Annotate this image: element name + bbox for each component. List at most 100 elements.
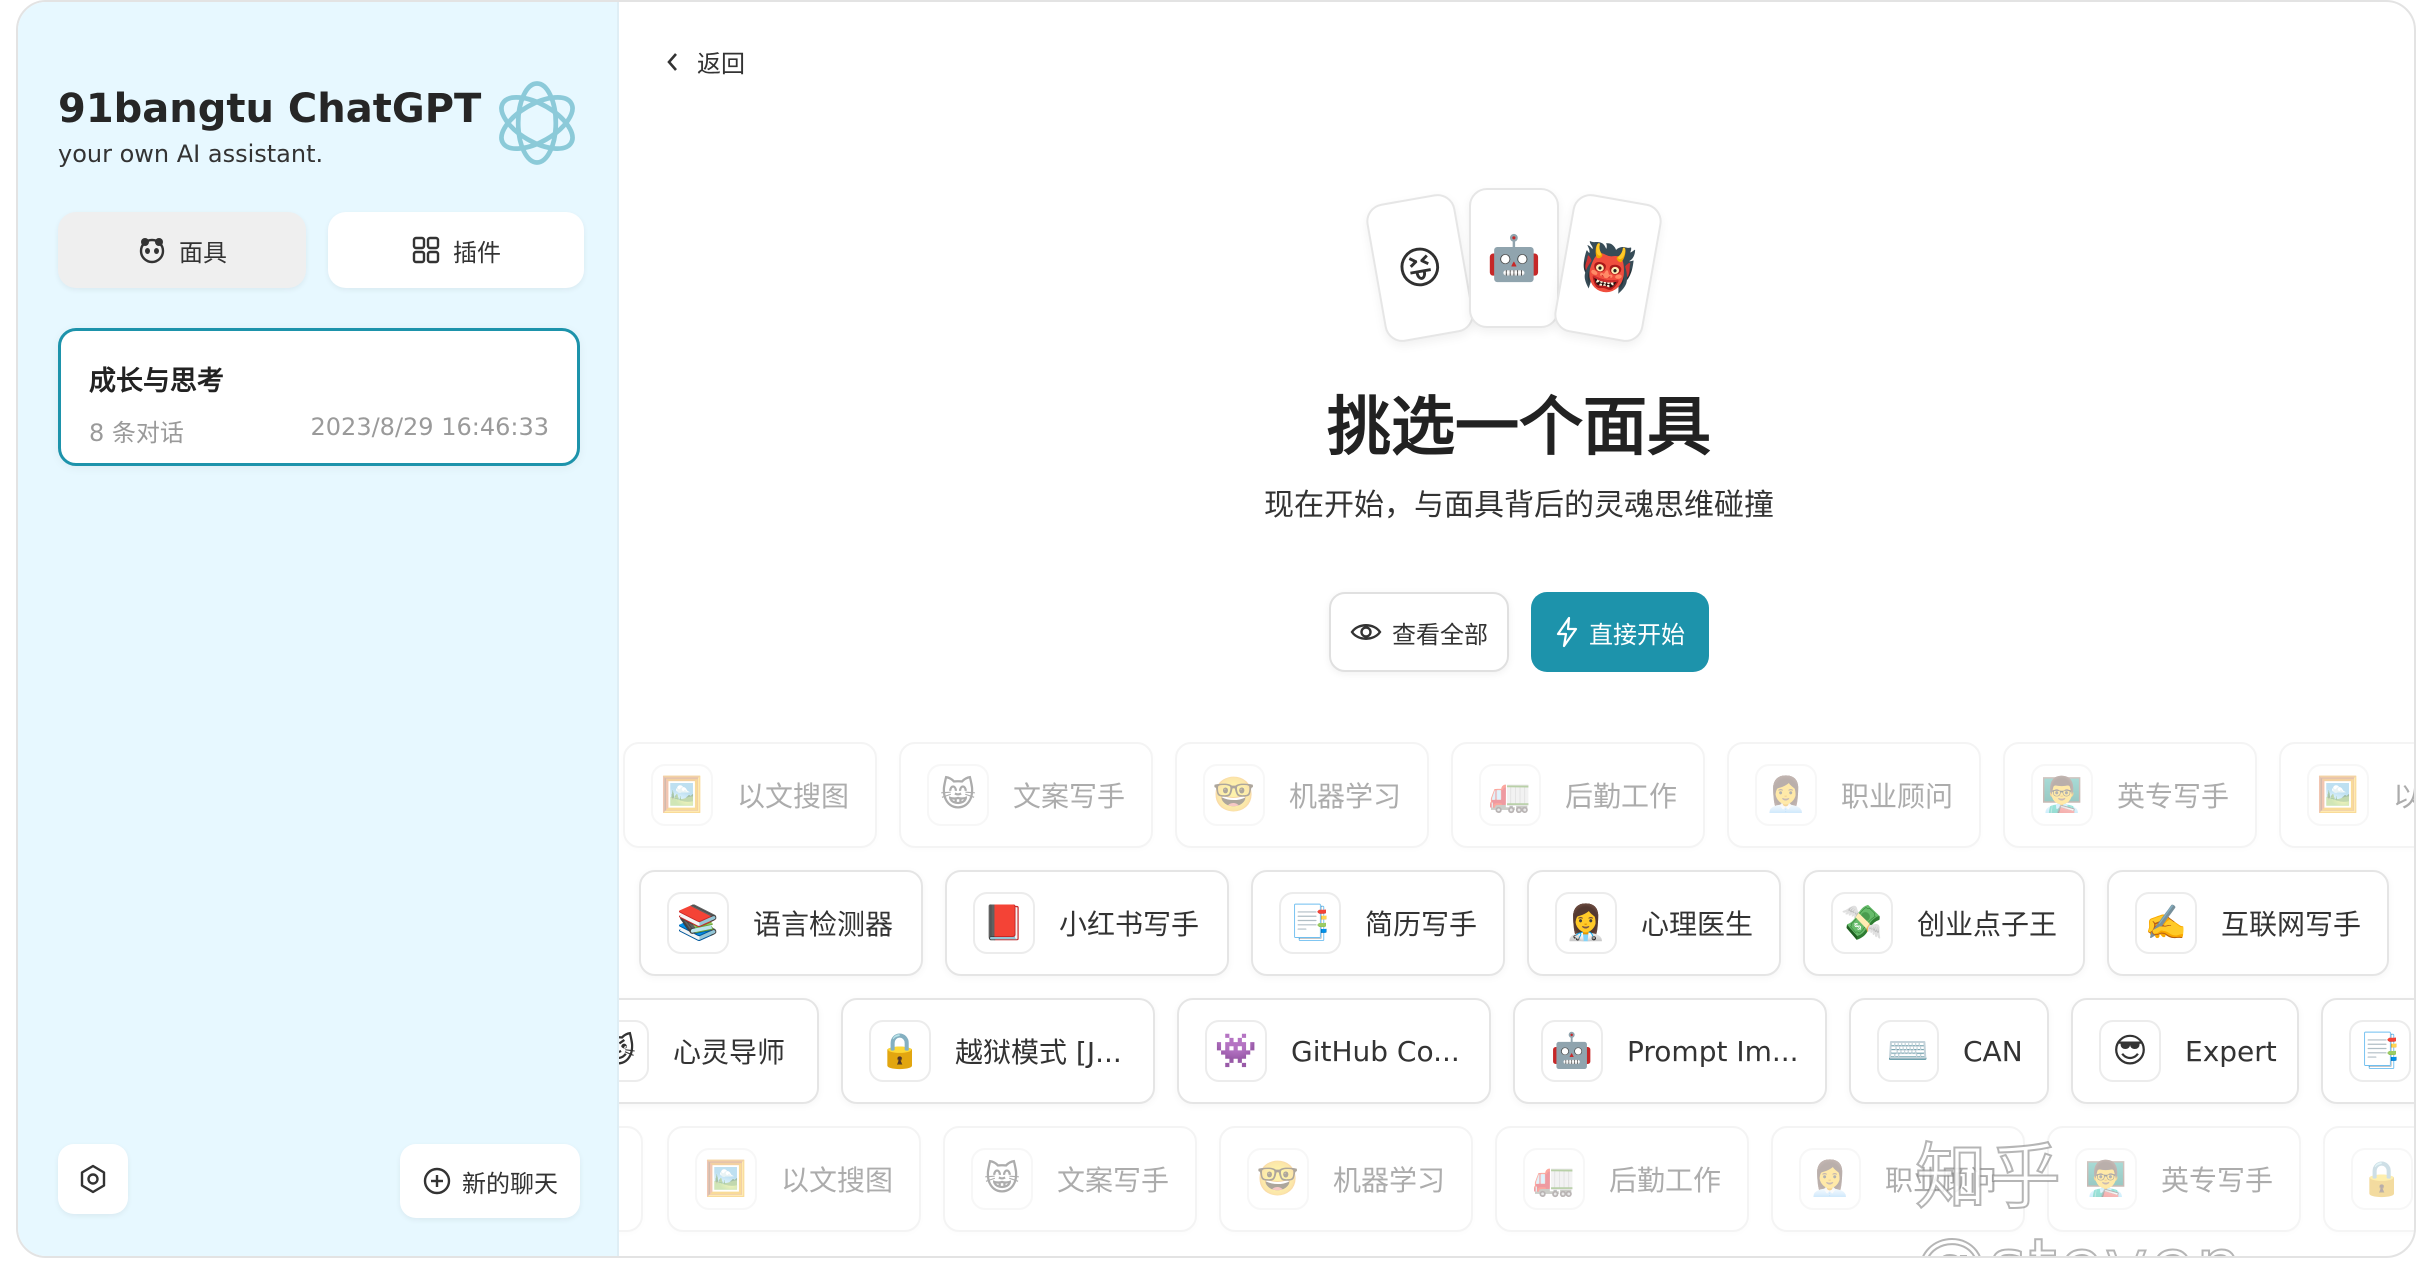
mask-emoji-icon: ⌨️ [1877,1020,1939,1082]
mask-chip[interactable]: 😼 心灵导师 [619,998,819,1104]
eye-icon [1350,624,1382,640]
mask-emoji-icon: 📕 [973,892,1035,954]
mask-emoji-icon: 🚛 [1523,1148,1585,1210]
mask-chip[interactable]: 📑 [2321,998,2414,1104]
settings-button[interactable] [58,1144,128,1214]
mask-emoji-icon: 📑 [2349,1020,2411,1082]
mask-name: 后勤工作 [1609,1164,1722,1197]
mask-name: 机器学习 [1333,1164,1446,1197]
mask-chip[interactable]: 🚛 后勤工作 [1451,742,1705,848]
lightning-icon [1556,616,1578,648]
back-button[interactable]: 返回 [665,44,745,79]
back-label: 返回 [697,50,745,78]
chat-item-time: 2023/8/29 16:46:33 [310,413,549,441]
chat-item-title: 成长与思考 [89,366,224,397]
mask-name: GitHub Co... [1291,1034,1460,1068]
mask-emoji-icon: 📑 [1279,892,1341,954]
mask-picker: 返回 😝 🤖 👹 挑选一个面具 现在开始，与面具背后的灵魂思维碰撞 查看全部 直… [619,2,2414,1256]
mask-emoji-icon: 🚛 [1479,764,1541,826]
mask-name: 后勤工作 [1565,780,1678,813]
grid-icon [412,236,440,264]
mask-name: 以 [2393,775,2414,815]
mask-chip[interactable]: 📕 小红书写手 [945,870,1229,976]
mask-emoji-icon: 💸 [1831,892,1893,954]
mask-chip[interactable]: 👩‍💼 职业顾问 [1727,742,1981,848]
mask-name: 文案写手 [1013,780,1126,813]
mask-emoji-icon: ✍️ [2135,892,2197,954]
mask-chip[interactable]: 📑 简历写手 [1251,870,1505,976]
mask-chip[interactable]: ✍️ 互联网写手 [2107,870,2389,976]
start-label: 直接开始 [1589,620,1685,649]
mask-name: 简历写手 [1365,908,1478,941]
start-button[interactable]: 直接开始 [1531,592,1709,672]
mask-chip[interactable]: 😸 文案写手 [943,1126,1197,1232]
settings-icon [80,1164,106,1194]
mask-emoji-icon: 👩‍💼 [1799,1148,1861,1210]
add-circle-icon [423,1167,451,1195]
mask-emoji-icon: 🖼️ [695,1148,757,1210]
mask-name: Expert [2185,1034,2277,1068]
mask-chip[interactable]: 😸 文案写手 [899,742,1153,848]
mask-chip[interactable] [619,1126,643,1232]
page-subtitle: 现在开始，与面具背后的灵魂思维碰撞 [1264,488,1774,523]
mask-emoji-icon: 🤓 [1203,764,1265,826]
emoji-card: 🤖 [1469,188,1559,328]
mask-emoji-icon: 😼 [619,1020,649,1082]
mask-chip[interactable]: 🤓 机器学习 [1175,742,1429,848]
mask-emoji-icon: 👩‍💼 [1755,764,1817,826]
mask-chip[interactable]: 👾 GitHub Co... [1177,998,1491,1104]
mask-emoji-icon: 🔒 [869,1020,931,1082]
mask-name: 职业顾问 [1841,780,1954,813]
chat-item-count: 8 条对话 [89,419,184,447]
mask-emoji-icon: 👾 [1205,1020,1267,1082]
mask-chip[interactable]: ⌨️ CAN [1849,998,2049,1104]
chevron-left-icon [667,52,677,71]
plugins-button-label: 插件 [453,238,501,267]
mask-chip[interactable]: 👨‍🏫 英专写手 [2003,742,2257,848]
mask-chip[interactable]: 🔒 越狱模式 [J... [841,998,1155,1104]
plugins-button[interactable]: 插件 [328,212,584,288]
view-all-button[interactable]: 查看全部 [1329,592,1509,672]
masks-button-label: 面具 [179,238,227,267]
mask-chip[interactable]: 🖼️ 以文搜图 [623,742,877,848]
mask-name: 创业点子王 [1917,908,2058,941]
mask-name: 互联网写手 [2221,908,2362,941]
mask-name: 以文搜图 [737,780,850,813]
mask-name: 越狱模式 [J... [955,1036,1122,1069]
mask-chip[interactable]: 👩‍⚕️ 心理医生 [1527,870,1781,976]
mask-row: 😼 心灵导师 🔒 越狱模式 [J... 👾 GitHub Co... 🤖 Prompt … [619,998,2414,1104]
mask-name: 文案写手 [1057,1164,1170,1197]
mask-chip[interactable]: 📚 语言检测器 [639,870,923,976]
mask-chip[interactable]: 😎 Expert [2071,998,2299,1104]
mask-chip[interactable]: 🤓 机器学习 [1219,1126,1473,1232]
chat-item[interactable]: 成长与思考 8 条对话 2023/8/29 16:46:33 [58,328,580,466]
sidebar: 91bangtu ChatGPT your own AI assistant. … [18,2,619,1256]
mask-name: 以文搜图 [781,1164,894,1197]
mask-emoji-icon: 📚 [667,892,729,954]
mask-name: 心灵导师 [673,1036,786,1069]
mask-name: 语言检测器 [753,908,894,941]
mask-chip[interactable]: 🚛 后勤工作 [1495,1126,1749,1232]
mask-name: 心理医生 [1641,908,1754,941]
app-subtitle: your own AI assistant. [58,140,324,168]
masks-button[interactable]: 面具 [58,212,306,288]
mask-emoji-icon: 🤖 [1541,1020,1603,1082]
mask-emoji-icon: 😎 [2099,1020,2161,1082]
mask-name: 机器学习 [1289,780,1402,813]
mask-row: 🖼️ 以文搜图 😸 文案写手 🤓 机器学习 🚛 后勤工作 👩‍💼 职业顾问 👨‍🏫 英专写手… [619,742,2414,848]
mask-emoji-icon: 👩‍⚕️ [1555,892,1617,954]
mask-chip[interactable]: 🤖 Prompt Im... [1513,998,1827,1104]
mask-chip[interactable]: 💸 创业点子王 [1803,870,2085,976]
mask-emoji-icon: 🖼️ [651,764,713,826]
app-title: 91bangtu ChatGPT [58,86,482,132]
view-all-label: 查看全部 [1392,620,1488,649]
emoji-card: 👹 [1551,191,1665,345]
mask-emoji-icon: 😸 [927,764,989,826]
mask-chip[interactable]: 🖼️ 以文搜图 [667,1126,921,1232]
mask-emoji-icon: 😸 [971,1148,1033,1210]
new-chat-button[interactable]: 新的聊天 [400,1144,580,1218]
mask-row: 📚 语言检测器 📕 小红书写手 📑 简历写手 👩‍⚕️ 心理医生 💸 创业点子王 ✍️ 互联… [619,870,2414,976]
mask-chip[interactable]: 🖼️ 以 [2279,742,2414,848]
page-title: 挑选一个面具 [1327,391,1711,465]
new-chat-label: 新的聊天 [462,1169,558,1198]
